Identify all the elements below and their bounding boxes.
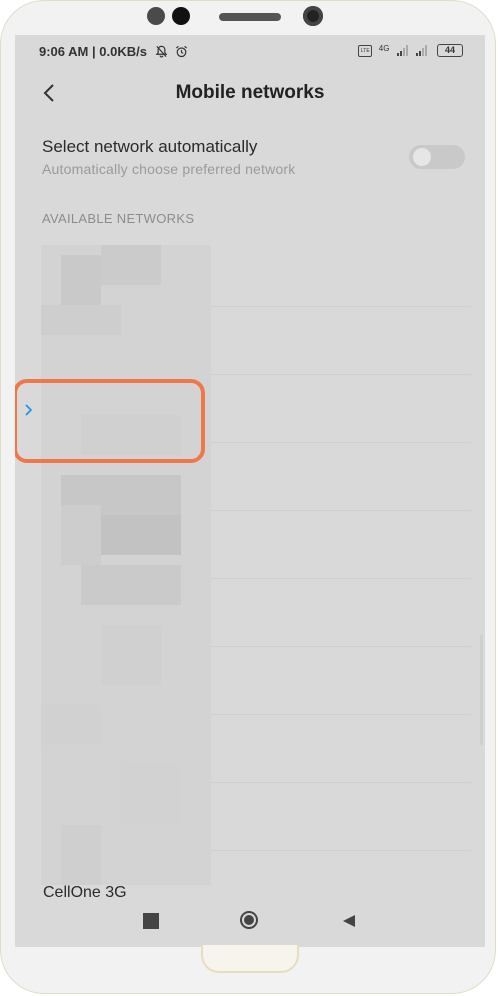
triangle-back-icon [343,915,355,927]
status-left: 9:06 AM | 0.0KB/s [39,44,188,61]
network-type-label: 4G [378,44,390,53]
auto-select-title: Select network automatically [42,137,258,156]
signal-strength-icon [396,44,409,57]
auto-select-subtitle: Automatically choose preferred network [42,161,296,177]
earpiece-speaker [219,13,281,21]
app-header: Mobile networks [15,73,485,113]
physical-home-button[interactable] [201,945,299,973]
back-nav-button[interactable] [341,913,357,929]
scrollbar[interactable] [480,635,483,745]
available-networks-header: AVAILABLE NETWORKS [42,211,195,226]
recent-apps-button[interactable] [143,913,159,929]
phone-top-bezel [1,1,495,35]
home-nav-button[interactable] [240,911,258,929]
phone-frame: 9:06 AM | 0.0KB/s LTE 4G 44 Mobile netwo… [0,0,496,994]
signal-strength-icon-sim2 [416,44,428,57]
status-speed: 0.0KB/s [99,44,147,59]
redacted-network-names [41,245,211,885]
select-network-automatically-row[interactable]: Select network automatically Automatical… [15,133,485,185]
sensor-dot [147,7,165,25]
status-time: 9:06 AM [39,44,89,59]
navigation-bar [15,895,485,947]
battery-icon: 44 [437,44,463,57]
muted-bell-icon [155,45,168,61]
row-divider [211,850,471,851]
toggle-knob [413,148,431,166]
sensor-dot [172,7,190,25]
status-bar: 9:06 AM | 0.0KB/s LTE 4G 44 [15,35,485,67]
front-camera [303,6,323,26]
alarm-clock-icon [175,45,188,61]
status-right: LTE 4G 44 [358,44,463,57]
screen: 9:06 AM | 0.0KB/s LTE 4G 44 Mobile netwo… [15,35,485,947]
status-separator: | [92,44,96,59]
auto-select-toggle[interactable] [409,145,465,169]
chevron-right-icon [23,403,35,417]
volte-icon: LTE [358,44,373,57]
page-title: Mobile networks [175,82,325,103]
